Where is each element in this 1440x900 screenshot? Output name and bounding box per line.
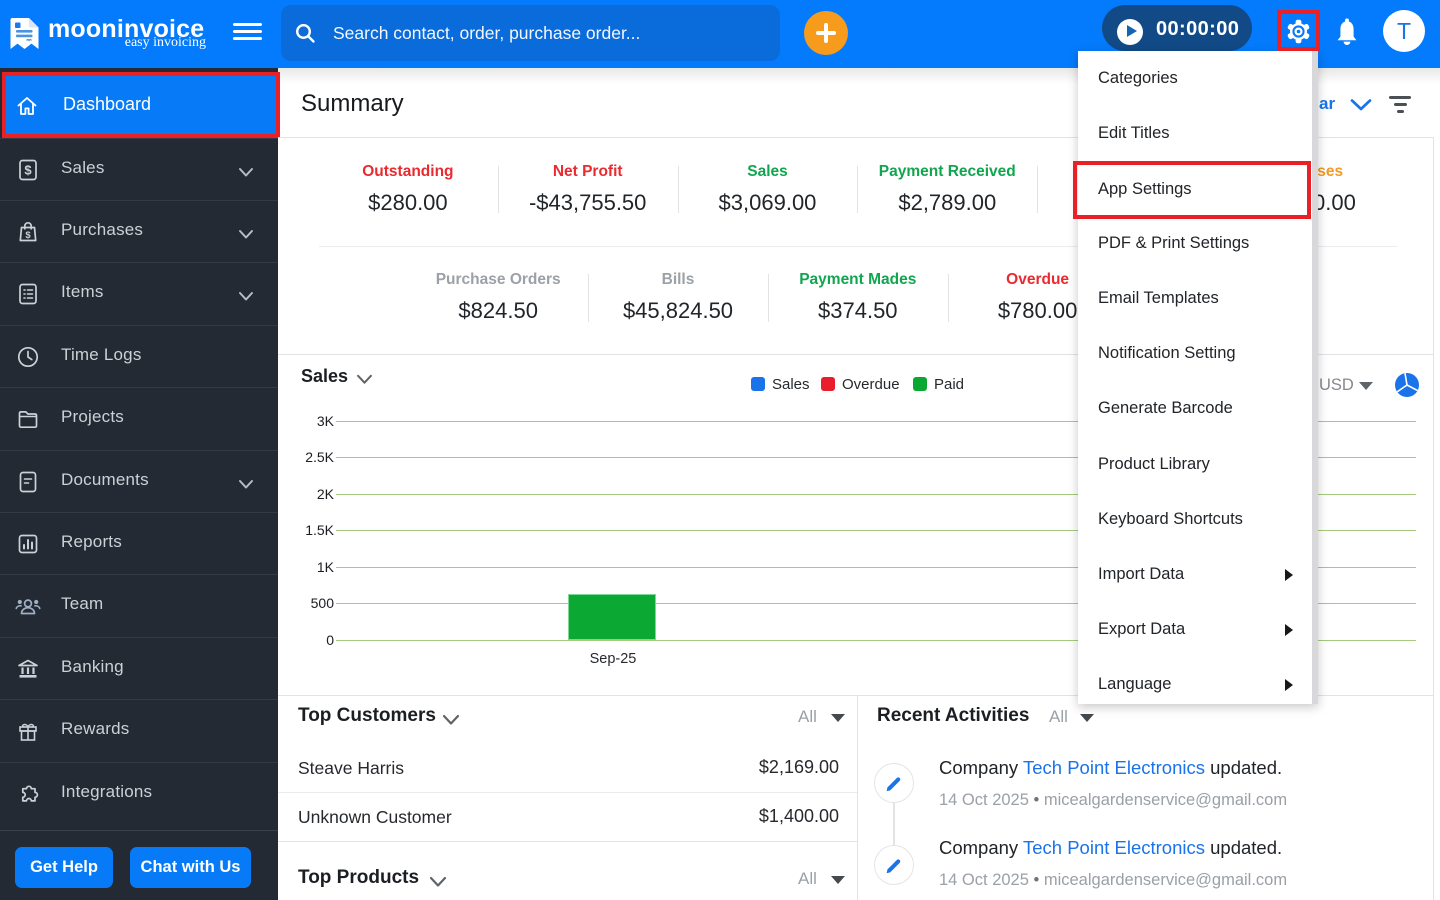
svg-text:$: $: [25, 230, 31, 241]
svg-text:$: $: [24, 162, 32, 177]
